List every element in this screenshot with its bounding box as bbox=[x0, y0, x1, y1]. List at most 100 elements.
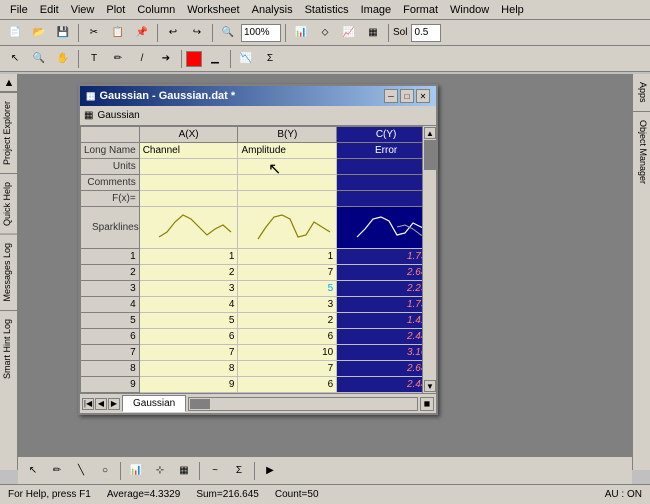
more-tool[interactable]: ▶ bbox=[259, 460, 281, 482]
horizontal-scrollbar[interactable] bbox=[188, 397, 418, 411]
cell-c4[interactable]: 1.732 bbox=[337, 297, 436, 313]
cell-a5[interactable]: 5 bbox=[139, 313, 238, 329]
cell-c5[interactable]: 1.414 bbox=[337, 313, 436, 329]
scroll-down-btn[interactable]: ▼ bbox=[424, 380, 436, 392]
tab-next-btn[interactable]: ▶ bbox=[108, 398, 120, 410]
units-c[interactable] bbox=[337, 159, 436, 175]
linecolor-btn[interactable]: ▁ bbox=[204, 48, 226, 70]
cell-c7[interactable]: 3.162 bbox=[337, 345, 436, 361]
comments-c[interactable] bbox=[337, 175, 436, 191]
col-header-c[interactable]: C(Y) bbox=[337, 127, 436, 143]
redo-btn[interactable]: ↪ bbox=[186, 22, 208, 44]
formula-c[interactable] bbox=[337, 191, 436, 207]
comments-a[interactable] bbox=[139, 175, 238, 191]
units-a[interactable] bbox=[139, 159, 238, 175]
menu-file[interactable]: File bbox=[4, 2, 34, 18]
object-manager-tab[interactable]: Object Manager bbox=[633, 112, 650, 192]
paste-btn[interactable]: 📌 bbox=[131, 22, 153, 44]
project-explorer-tab[interactable]: Project Explorer bbox=[0, 92, 17, 173]
open-btn[interactable]: 📂 bbox=[28, 22, 50, 44]
quick-help-tab[interactable]: Quick Help bbox=[0, 173, 17, 234]
arrow-btn[interactable]: ➔ bbox=[155, 48, 177, 70]
sheet-tab-gaussian[interactable]: Gaussian bbox=[122, 395, 186, 412]
long-name-a[interactable]: Channel bbox=[139, 143, 238, 159]
zoom-btn[interactable]: 🔍 bbox=[217, 22, 239, 44]
cell-c6[interactable]: 2.449 bbox=[337, 329, 436, 345]
scroll-thumb[interactable] bbox=[424, 140, 436, 170]
draw-tool[interactable]: ✏ bbox=[46, 460, 68, 482]
new-btn[interactable]: 📄 bbox=[4, 22, 26, 44]
line2-btn[interactable]: / bbox=[131, 48, 153, 70]
cell-b2[interactable]: 7 bbox=[238, 265, 337, 281]
cell-a4[interactable]: 4 bbox=[139, 297, 238, 313]
fit-tool[interactable]: ~ bbox=[204, 460, 226, 482]
left-panel-arrow-up[interactable]: ▲ bbox=[0, 74, 18, 92]
pan-btn[interactable]: ✋ bbox=[52, 48, 74, 70]
minimize-btn[interactable]: ─ bbox=[384, 89, 398, 103]
color-btn[interactable] bbox=[186, 51, 202, 67]
comments-b[interactable] bbox=[238, 175, 337, 191]
cell-b8[interactable]: 7 bbox=[238, 361, 337, 377]
tab-first-btn[interactable]: |◀ bbox=[82, 398, 94, 410]
stat-btn[interactable]: Σ bbox=[259, 48, 281, 70]
units-b[interactable] bbox=[238, 159, 337, 175]
scroll-up-btn[interactable]: ▲ bbox=[424, 127, 436, 139]
hscroll-thumb[interactable] bbox=[190, 399, 210, 409]
copy-btn[interactable]: 📋 bbox=[107, 22, 129, 44]
menu-statistics[interactable]: Statistics bbox=[299, 2, 355, 18]
messages-log-tab[interactable]: Messages Log bbox=[0, 234, 17, 310]
cell-b7[interactable]: 10 bbox=[238, 345, 337, 361]
line-btn[interactable]: 📈 bbox=[338, 22, 360, 44]
cell-c1[interactable]: 1.732 bbox=[337, 249, 436, 265]
cell-b1[interactable]: 1 bbox=[238, 249, 337, 265]
menu-analysis[interactable]: Analysis bbox=[246, 2, 299, 18]
long-name-b[interactable]: Amplitude bbox=[238, 143, 337, 159]
apps-tab[interactable]: Apps bbox=[633, 74, 650, 112]
zoom2-btn[interactable]: 🔍 bbox=[28, 48, 50, 70]
graph-tool[interactable]: 📊 bbox=[125, 460, 147, 482]
cell-b9[interactable]: 6 bbox=[238, 377, 337, 393]
undo-btn[interactable]: ↩ bbox=[162, 22, 184, 44]
cell-a6[interactable]: 6 bbox=[139, 329, 238, 345]
long-name-c[interactable]: Error bbox=[337, 143, 436, 159]
draw-btn[interactable]: ✏ bbox=[107, 48, 129, 70]
cell-c2[interactable]: 2.646 bbox=[337, 265, 436, 281]
menu-image[interactable]: Image bbox=[355, 2, 398, 18]
cell-a3[interactable]: 3 bbox=[139, 281, 238, 297]
cell-a8[interactable]: 8 bbox=[139, 361, 238, 377]
menu-plot[interactable]: Plot bbox=[100, 2, 131, 18]
col-header-a[interactable]: A(X) bbox=[139, 127, 238, 143]
circle-tool[interactable]: ○ bbox=[94, 460, 116, 482]
cell-a7[interactable]: 7 bbox=[139, 345, 238, 361]
menu-format[interactable]: Format bbox=[397, 2, 444, 18]
text-btn[interactable]: T bbox=[83, 48, 105, 70]
pointer-btn[interactable]: ↖ bbox=[4, 48, 26, 70]
cell-b6[interactable]: 6 bbox=[238, 329, 337, 345]
save-btn[interactable]: 💾 bbox=[52, 22, 74, 44]
formula-a[interactable] bbox=[139, 191, 238, 207]
line-tool[interactable]: ╲ bbox=[70, 460, 92, 482]
zoom-input[interactable] bbox=[241, 24, 281, 42]
menu-column[interactable]: Column bbox=[131, 2, 181, 18]
stat2-tool[interactable]: Σ bbox=[228, 460, 250, 482]
formula-b[interactable] bbox=[238, 191, 337, 207]
cell-a1[interactable]: 1 bbox=[139, 249, 238, 265]
close-btn[interactable]: ✕ bbox=[416, 89, 430, 103]
cell-c8[interactable]: 2.646 bbox=[337, 361, 436, 377]
col-header-b[interactable]: B(Y) bbox=[238, 127, 337, 143]
graph-btn[interactable]: 📊 bbox=[290, 22, 312, 44]
corner-scroll-btn[interactable]: ◼ bbox=[420, 397, 434, 411]
menu-edit[interactable]: Edit bbox=[34, 2, 65, 18]
cell-b3[interactable]: 5 bbox=[238, 281, 337, 297]
scatter-btn[interactable]: ⬦ bbox=[314, 22, 336, 44]
cell-b5[interactable]: 2 bbox=[238, 313, 337, 329]
cell-c9[interactable]: 2.449 bbox=[337, 377, 436, 393]
maximize-btn[interactable]: □ bbox=[400, 89, 414, 103]
cell-a2[interactable]: 2 bbox=[139, 265, 238, 281]
menu-help[interactable]: Help bbox=[495, 2, 530, 18]
sol-input[interactable] bbox=[411, 24, 441, 42]
tab-prev-btn[interactable]: ◀ bbox=[95, 398, 107, 410]
cut-btn[interactable]: ✂ bbox=[83, 22, 105, 44]
scatter-tool[interactable]: ⊹ bbox=[149, 460, 171, 482]
bar-tool[interactable]: ▦ bbox=[173, 460, 195, 482]
